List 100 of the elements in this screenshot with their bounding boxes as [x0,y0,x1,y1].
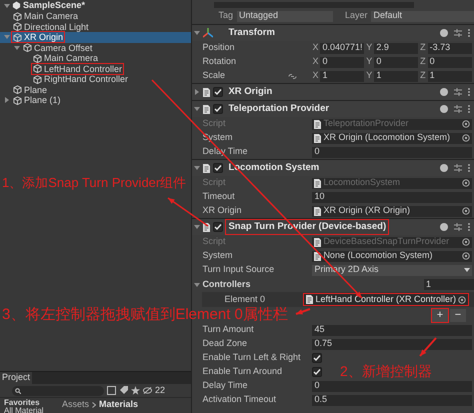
collapsed-arrow-icon[interactable] [4,97,10,104]
hierarchy-item[interactable]: Main Camera [0,11,192,22]
number-field[interactable]: 0 [428,56,472,68]
hierarchy-item[interactable]: Main Camera [0,53,192,64]
favorites-label: Favorites [4,398,41,407]
expanded-arrow-icon[interactable] [194,224,200,230]
hierarchy-item[interactable]: Plane [0,84,192,95]
sliders-icon[interactable] [454,164,462,172]
chevron-icon [92,402,96,408]
search-icon [15,388,21,394]
checkbox[interactable] [312,353,322,363]
script-icon [203,164,210,172]
expanded-arrow-icon[interactable] [194,106,200,112]
star-icon[interactable] [131,386,140,395]
axes-icon [203,28,214,38]
collapsed-arrow-icon[interactable] [194,89,200,95]
number-field[interactable]: 0.5 [312,394,472,406]
number-field[interactable]: 1 [428,70,472,82]
axis-label: Y [366,69,372,82]
script-icon [306,295,314,304]
sliders-icon[interactable] [454,223,462,231]
list-size-field[interactable]: 1 [424,279,474,290]
project-tab[interactable]: Project [0,372,32,384]
object-field[interactable]: XR Origin (XR Origin) [312,206,472,216]
add-button[interactable]: + [432,308,448,322]
tag-dropdown[interactable]: Untagged [236,10,333,22]
object-field-value: TeleportationProvider [323,117,410,130]
favorite-item[interactable]: All Material [4,407,58,413]
number-field[interactable]: 1 [374,70,418,82]
hierarchy-item[interactable]: XR Origin [0,32,192,42]
expanded-arrow-icon[interactable] [194,282,200,288]
component-header[interactable]: XR Origin [192,83,474,100]
hidden-count: 22 [155,384,166,397]
checkbox[interactable] [213,163,224,173]
layer-dropdown[interactable]: Default [371,10,474,22]
script-icon [314,206,322,216]
sliders-icon[interactable] [454,88,462,96]
script-icon [314,178,322,188]
sliders-icon[interactable] [454,105,462,113]
number-field[interactable]: 1 [320,70,364,82]
component-title: Teleportation Provider [227,102,330,116]
number-field[interactable]: 45 [312,324,472,336]
hierarchy-item[interactable]: Directional Light [0,22,192,32]
checkbox[interactable] [213,104,224,114]
object-field[interactable]: LeftHand Controller (XR Controller) [304,294,468,305]
breadcrumb-item[interactable]: Materials [99,398,138,412]
component-header[interactable]: Teleportation Provider [192,100,474,117]
hierarchy-item[interactable]: Plane (1) [0,95,192,106]
axis-label: X [312,41,318,54]
tag-label: Tag [218,9,233,22]
hierarchy-label: XR Origin [24,32,64,42]
hidden-eye-icon[interactable] [143,387,152,394]
axis-label: Z [420,69,426,82]
number-field[interactable]: 2.9 [374,42,418,54]
checkbox[interactable] [312,367,322,377]
field-label: Turn Amount [202,323,255,336]
expanded-arrow-icon[interactable] [194,30,200,36]
object-field[interactable]: None (Locomotion System) [312,250,472,262]
hierarchy-label: Plane (1) [24,95,61,106]
filter-icon[interactable] [107,386,116,395]
object-picker-icon[interactable] [462,207,470,215]
number-field[interactable]: 0 [320,56,364,68]
number-field[interactable]: 0.040771! [320,42,364,54]
component-header[interactable]: Transform [192,24,474,41]
number-field[interactable]: 10 [312,192,472,202]
axis-label: X [312,55,318,68]
number-field[interactable]: 0.75 [312,338,472,350]
cube-icon [13,32,22,42]
field-label: Dead Zone [202,337,248,350]
object-picker-icon[interactable] [458,296,466,304]
field-label: Activation Timeout [202,393,277,406]
cube-icon [33,64,42,74]
number-field[interactable]: 0 [374,56,418,68]
script-icon [203,104,210,114]
annotation-text: 2、新增控制器 [340,365,432,378]
cube-icon [13,96,22,105]
number-field[interactable]: -3.73 [428,42,472,54]
tag-icon[interactable] [119,386,128,395]
hierarchy-item[interactable]: LeftHand Controller [0,64,192,74]
number-field[interactable]: 0 [312,380,472,392]
number-field[interactable]: 0 [312,146,472,158]
sliders-icon[interactable] [454,29,462,37]
search-field[interactable] [12,386,104,396]
object-field-value: LocomotionSystem [323,176,401,190]
script-icon [203,88,210,96]
link-icon[interactable] [288,72,298,80]
hierarchy-item[interactable]: RightHand Controller [0,74,192,84]
hierarchy-label: Main Camera [44,53,98,64]
expanded-arrow-icon[interactable] [4,2,10,8]
cube-icon [33,74,42,84]
checkbox[interactable] [213,222,224,232]
hierarchy-item[interactable]: Camera Offset [0,42,192,53]
breadcrumb-item[interactable]: Assets [62,398,90,412]
hierarchy-label: Directional Light [24,22,89,32]
expanded-arrow-icon[interactable] [14,44,20,51]
expanded-arrow-icon[interactable] [194,165,200,171]
hierarchy-label: Camera Offset [34,42,92,53]
checkbox[interactable] [213,87,224,97]
object-field[interactable]: XR Origin (Locomotion System) [312,132,472,144]
remove-button[interactable]: − [450,308,466,322]
